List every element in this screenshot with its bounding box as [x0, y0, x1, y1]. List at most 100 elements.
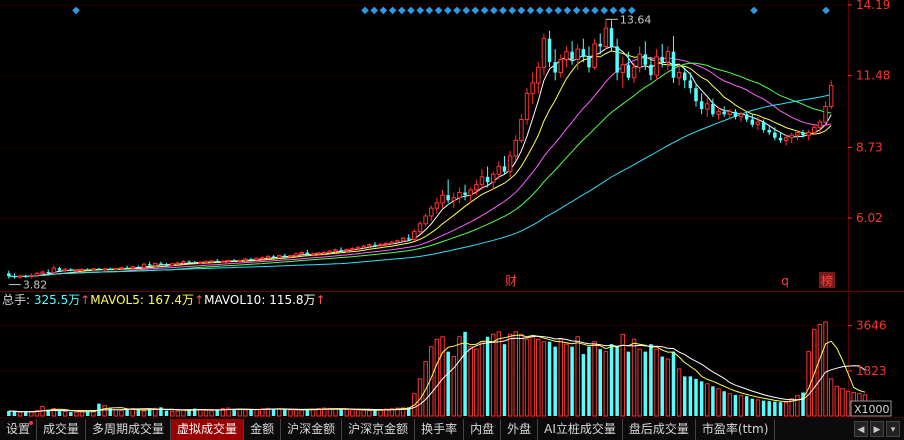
- volume-bar-down: [570, 346, 574, 416]
- tab-scroll-right-button[interactable]: ▶: [870, 421, 884, 437]
- volume-bar-up: [209, 410, 214, 417]
- volume-bar-up: [654, 348, 659, 417]
- tab-3[interactable]: 虚拟成交量: [171, 418, 245, 440]
- candle-body-down: [581, 49, 586, 57]
- candle-body-up: [727, 111, 733, 115]
- low-label: 3.82: [23, 279, 48, 292]
- tab-menu-button[interactable]: ▾: [886, 421, 900, 437]
- candle-body-down: [767, 129, 771, 133]
- volume-bar-down: [339, 409, 343, 416]
- volume-bar-down: [671, 351, 676, 416]
- tab-10[interactable]: AI立桩成交量: [538, 418, 623, 440]
- volume-bar-up: [795, 395, 800, 417]
- volume-bar-up: [119, 410, 124, 417]
- notification-dot: [29, 420, 34, 425]
- candle-body-down: [744, 114, 749, 120]
- candle-body-down: [688, 80, 693, 89]
- candle-body-down: [699, 101, 704, 110]
- candle-body-down: [7, 273, 11, 276]
- volume-legend-part: 115.8万: [265, 293, 315, 307]
- axis-divider: [848, 0, 849, 417]
- tab-9[interactable]: 外盘: [501, 418, 539, 440]
- volume-bar-up: [344, 409, 350, 417]
- candle-body-up: [203, 261, 209, 264]
- candle-body-up: [299, 251, 304, 255]
- candle-body-down: [215, 260, 219, 262]
- volume-bar-up: [530, 336, 535, 417]
- tab-12[interactable]: 市盈率(ttm): [696, 418, 776, 440]
- candle-body-down: [660, 56, 664, 63]
- volume-legend: 总手: 325.5万↑MAVOL5: 167.4万↑MAVOL10: 115.8…: [2, 293, 326, 307]
- volume-bar-up: [817, 323, 823, 417]
- volume-bar-down: [502, 344, 507, 416]
- price-tick-label: 11.48: [856, 69, 890, 83]
- volume-bar-down: [305, 409, 310, 416]
- volume-bar-down: [773, 401, 777, 416]
- candle-body-down: [778, 137, 783, 141]
- candle-body-up: [631, 66, 637, 79]
- candle-body-up: [344, 248, 350, 251]
- tab-6[interactable]: 沪深京金额: [342, 418, 416, 440]
- volume-bar-up: [620, 333, 626, 417]
- volume-bar-down: [373, 410, 377, 416]
- candle-body-down: [626, 64, 631, 78]
- candle-body-up: [507, 155, 513, 173]
- volume-bar-up: [637, 348, 642, 417]
- candle-body-down: [85, 269, 90, 271]
- volume-bar-down: [164, 410, 169, 416]
- volume-bar-up: [738, 395, 744, 417]
- candle-body-up: [817, 121, 823, 128]
- volume-bar-up: [558, 338, 564, 417]
- volume-bar-down: [553, 346, 557, 416]
- volume-legend-part: 总手:: [2, 293, 30, 307]
- volume-bar-up: [603, 351, 609, 417]
- volume-bar-down: [682, 376, 687, 416]
- top-marker-row: ◆ ◆◆◆ ◆ ◆ ◆ ◆ ◆ ◆ ◆ ◆ ◆ ◆ ◆ ◆ ◆ ◆ ◆ ◆ ◆ ◆ ◆ ◆ ◆ ◆ ◆ ◆ ◆ ◆ ◆ ◆ ◆: [72, 5, 830, 16]
- diamond-marker: ◆: [518, 5, 526, 16]
- tab-7[interactable]: 换手率: [415, 418, 465, 440]
- volume-bar-up: [536, 338, 541, 417]
- tab-8[interactable]: 内盘: [464, 418, 502, 440]
- candle-body-down: [69, 269, 73, 271]
- tab-0[interactable]: 设置: [0, 418, 38, 440]
- candle-body-up: [541, 38, 547, 68]
- tab-2[interactable]: 多周期成交量: [86, 418, 172, 440]
- candle-body-up: [276, 255, 282, 258]
- diamond-marker: ◆: [822, 5, 830, 16]
- chart-canvas[interactable]: ◆ ◆◆◆ ◆ ◆ ◆ ◆ ◆ ◆ ◆ ◆ ◆ ◆ ◆ ◆ ◆ ◆ ◆ ◆ ◆ ◆ ◆ ◆ ◆ ◆ ◆ ◆ ◆ ◆ ◆ ◆ ◆ 14.191…: [0, 0, 904, 417]
- candle-body-up: [530, 82, 535, 94]
- volume-bar-up: [519, 333, 524, 417]
- candle-body-up: [265, 255, 271, 259]
- volume-bar-down: [547, 341, 552, 416]
- candle-body-down: [339, 249, 343, 251]
- candle-body-down: [283, 255, 287, 257]
- candle-body-up: [355, 246, 361, 250]
- tab-4[interactable]: 金额: [244, 418, 282, 440]
- candle-body-up: [29, 274, 34, 277]
- tab-1[interactable]: 成交量: [37, 418, 87, 440]
- volume-bar-down: [7, 411, 11, 416]
- volume-bar-down: [463, 331, 467, 416]
- candle-body-up: [783, 137, 789, 141]
- tab-5[interactable]: 沪深金额: [281, 418, 343, 440]
- tab-scroll-left-button[interactable]: ◀: [854, 421, 868, 437]
- diamond-marker: ◆: [444, 5, 452, 16]
- candle-body-up: [321, 251, 327, 254]
- volume-bar-down: [125, 409, 129, 416]
- candle-body-down: [46, 272, 50, 274]
- candle-body-up: [806, 132, 811, 136]
- candle-body-up: [400, 237, 406, 242]
- candle-body-up: [350, 248, 355, 251]
- diamond-marker: ◆: [527, 5, 535, 16]
- tab-11[interactable]: 盘后成交量: [623, 418, 696, 440]
- candle-body-down: [722, 111, 726, 115]
- volume-bar-down: [688, 376, 693, 416]
- volume-bar-up: [479, 341, 485, 417]
- volume-bar-up: [74, 411, 79, 417]
- event-marker: 财: [505, 274, 517, 288]
- volume-legend-part: ↑: [194, 293, 204, 307]
- candle-body-down: [547, 38, 552, 63]
- volume-bar-up: [237, 409, 243, 417]
- candle-body-up: [389, 241, 395, 244]
- candle-body-up: [220, 260, 226, 263]
